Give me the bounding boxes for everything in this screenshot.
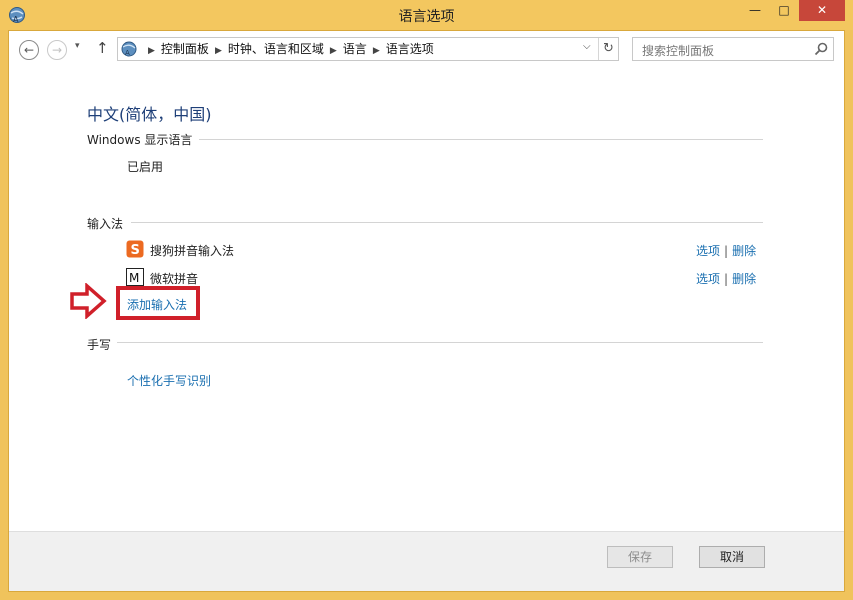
search-box[interactable]: 搜索控制面板	[632, 37, 834, 61]
personalize-handwriting-link[interactable]: 个性化手写识别	[127, 372, 211, 389]
input-methods-heading: 输入法	[87, 217, 124, 231]
title-bar[interactable]: A 语言选项 — □ ✕	[0, 0, 853, 30]
breadcrumb-separator-icon[interactable]: ▶	[373, 46, 380, 56]
microsoft-pinyin-icon: M	[126, 268, 144, 286]
navigation-bar: ← → ▾ ↑ A ▶ 控制面板 ▶ 时钟、语言和区域 ▶ 语言 ▶ 语言选项	[9, 31, 844, 69]
forward-arrow-icon: →	[51, 43, 63, 57]
save-button[interactable]: 保存	[607, 546, 673, 568]
options-link[interactable]: 选项	[696, 244, 720, 258]
sogou-icon: S	[126, 240, 144, 258]
svg-text:M: M	[129, 271, 139, 285]
client-area: ← → ▾ ↑ A ▶ 控制面板 ▶ 时钟、语言和区域 ▶ 语言 ▶ 语言选项	[8, 30, 845, 592]
refresh-icon: ↻	[603, 41, 614, 56]
input-method-actions: 选项 | 删除	[696, 244, 757, 258]
svg-text:A: A	[125, 49, 130, 57]
list-item: M 微软拼音 选项 | 删除	[126, 268, 766, 288]
back-arrow-icon: ←	[23, 43, 35, 57]
search-input[interactable]: 搜索控制面板	[642, 42, 714, 59]
options-link[interactable]: 选项	[696, 272, 720, 286]
address-dropdown-icon[interactable]: ⌵	[583, 41, 591, 52]
refresh-button[interactable]: ↻	[598, 38, 618, 60]
input-method-name: 微软拼音	[150, 272, 199, 286]
cancel-button[interactable]: 取消	[699, 546, 765, 568]
control-panel-icon: A	[121, 41, 137, 57]
up-button[interactable]: ↑	[96, 39, 109, 57]
maximize-button[interactable]: □	[770, 0, 798, 21]
close-button[interactable]: ✕	[799, 0, 845, 21]
input-method-actions: 选项 | 删除	[696, 272, 757, 286]
recent-locations-button[interactable]: ▾	[75, 41, 80, 51]
section-divider	[131, 222, 763, 223]
window: A 语言选项 — □ ✕ ← → ▾ ↑ A ▶ 控制面板 ▶ 时钟、语言和区域…	[0, 0, 853, 600]
section-divider	[117, 342, 763, 343]
breadcrumb-item[interactable]: 控制面板	[161, 42, 209, 56]
breadcrumb-item[interactable]: 语言选项	[386, 42, 434, 56]
handwriting-heading: 手写	[87, 338, 112, 352]
back-button[interactable]: ←	[19, 40, 39, 60]
main-content: 中文(简体，中国) Windows 显示语言 已启用 输入法 S 搜狗拼音输入法…	[9, 69, 844, 531]
breadcrumb: ▶ 控制面板 ▶ 时钟、语言和区域 ▶ 语言 ▶ 语言选项	[142, 38, 434, 60]
remove-link[interactable]: 删除	[732, 272, 756, 286]
up-arrow-icon: ↑	[96, 39, 109, 57]
breadcrumb-separator-icon[interactable]: ▶	[330, 46, 337, 56]
remove-link[interactable]: 删除	[732, 244, 756, 258]
search-icon[interactable]	[813, 41, 829, 57]
breadcrumb-item[interactable]: 时钟、语言和区域	[228, 42, 324, 56]
window-title: 语言选项	[398, 9, 455, 25]
list-item: S 搜狗拼音输入法 选项 | 删除	[126, 240, 766, 260]
breadcrumb-separator-icon: ▶	[148, 46, 155, 56]
add-input-method-link[interactable]: 添加输入法	[127, 296, 187, 313]
forward-button[interactable]: →	[47, 40, 67, 60]
breadcrumb-separator-icon[interactable]: ▶	[215, 46, 222, 56]
breadcrumb-item[interactable]: 语言	[343, 42, 367, 56]
svg-text:S: S	[131, 243, 140, 258]
display-language-heading: Windows 显示语言	[87, 133, 193, 147]
section-divider	[199, 139, 763, 140]
language-title: 中文(简体，中国)	[87, 105, 212, 124]
minimize-button[interactable]: —	[741, 0, 769, 21]
input-method-name: 搜狗拼音输入法	[150, 244, 235, 258]
right-arrow-icon	[70, 283, 107, 319]
footer-bar: 保存 取消	[9, 531, 844, 591]
chevron-down-icon: ▾	[75, 41, 80, 51]
address-bar[interactable]: A ▶ 控制面板 ▶ 时钟、语言和区域 ▶ 语言 ▶ 语言选项 ⌵ ↻	[117, 37, 619, 61]
display-language-status: 已启用	[127, 160, 164, 174]
